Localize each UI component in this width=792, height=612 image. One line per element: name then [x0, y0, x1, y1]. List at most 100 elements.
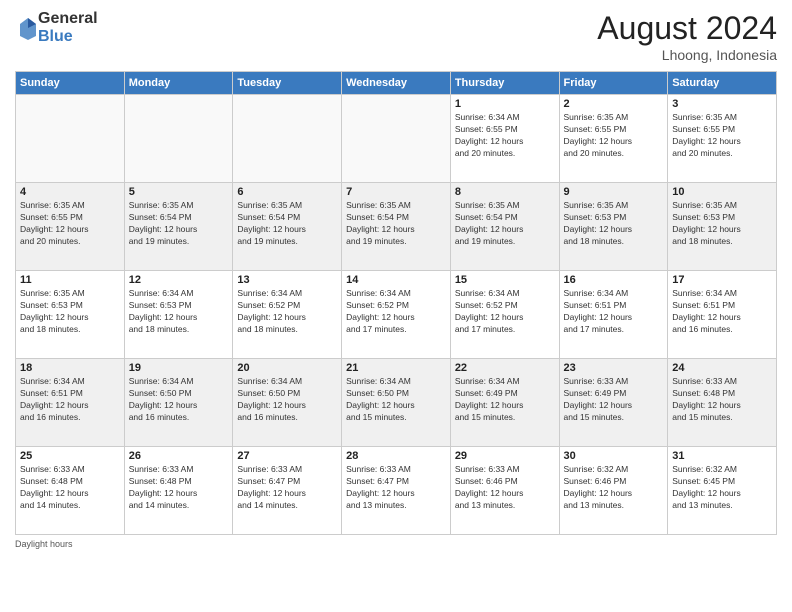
- table-row: 19Sunrise: 6:34 AMSunset: 6:50 PMDayligh…: [124, 359, 233, 447]
- calendar-week-row: 11Sunrise: 6:35 AMSunset: 6:53 PMDayligh…: [16, 271, 777, 359]
- day-info: Sunrise: 6:33 AMSunset: 6:48 PMDaylight:…: [20, 464, 120, 512]
- day-info: Sunrise: 6:34 AMSunset: 6:55 PMDaylight:…: [455, 112, 555, 160]
- day-number: 14: [346, 274, 446, 286]
- day-info: Sunrise: 6:35 AMSunset: 6:55 PMDaylight:…: [20, 200, 120, 248]
- header: General Blue August 2024 Lhoong, Indones…: [15, 10, 777, 63]
- col-friday: Friday: [559, 72, 668, 95]
- table-row: 17 Sunrise: 6:34 AMSunset: 6:51 PMDayligh…: [668, 271, 777, 359]
- day-info: Sunrise: 6:35 AMSunset: 6:54 PMDaylight:…: [237, 200, 337, 248]
- table-row: 12Sunrise: 6:34 AMSunset: 6:53 PMDayligh…: [124, 271, 233, 359]
- table-row: [233, 95, 342, 183]
- table-row: 28 Sunrise: 6:33 AMSunset: 6:47 PMDayligh…: [342, 447, 451, 535]
- calendar-header-row: Sunday Monday Tuesday Wednesday Thursday…: [16, 72, 777, 95]
- table-row: [16, 95, 125, 183]
- col-monday: Monday: [124, 72, 233, 95]
- table-row: 31 Sunrise: 6:32 AMSunset: 6:45 PMDayligh…: [668, 447, 777, 535]
- day-number: 26: [129, 450, 229, 462]
- day-info: Sunrise: 6:35 AMSunset: 6:53 PMDaylight:…: [564, 200, 664, 248]
- table-row: 25Sunrise: 6:33 AMSunset: 6:48 PMDayligh…: [16, 447, 125, 535]
- table-row: 8Sunrise: 6:35 AMSunset: 6:54 PMDaylight…: [450, 183, 559, 271]
- day-info: Sunrise: 6:35 AMSunset: 6:54 PMDaylight:…: [129, 200, 229, 248]
- day-number: 19: [129, 362, 229, 374]
- table-row: 3Sunrise: 6:35 AMSunset: 6:55 PMDaylight…: [668, 95, 777, 183]
- day-number: 24: [672, 362, 772, 374]
- table-row: 9 Sunrise: 6:35 AMSunset: 6:53 PMDaylight…: [559, 183, 668, 271]
- day-info: Sunrise: 6:34 AMSunset: 6:51 PMDaylight:…: [20, 376, 120, 424]
- table-row: 5 Sunrise: 6:35 AMSunset: 6:54 PMDaylight…: [124, 183, 233, 271]
- table-row: 6 Sunrise: 6:35 AMSunset: 6:54 PMDaylight…: [233, 183, 342, 271]
- day-number: 23: [564, 362, 664, 374]
- col-tuesday: Tuesday: [233, 72, 342, 95]
- day-number: 13: [237, 274, 337, 286]
- day-info: Sunrise: 6:35 AMSunset: 6:53 PMDaylight:…: [672, 200, 772, 248]
- logo-text: General Blue: [38, 10, 98, 45]
- table-row: 11Sunrise: 6:35 AMSunset: 6:53 PMDayligh…: [16, 271, 125, 359]
- day-info: Sunrise: 6:33 AMSunset: 6:49 PMDaylight:…: [564, 376, 664, 424]
- day-info: Sunrise: 6:32 AMSunset: 6:45 PMDaylight:…: [672, 464, 772, 512]
- day-info: Sunrise: 6:32 AMSunset: 6:46 PMDaylight:…: [564, 464, 664, 512]
- day-info: Sunrise: 6:34 AMSunset: 6:53 PMDaylight:…: [129, 288, 229, 336]
- table-row: 14Sunrise: 6:34 AMSunset: 6:52 PMDayligh…: [342, 271, 451, 359]
- day-info: Sunrise: 6:34 AMSunset: 6:50 PMDaylight:…: [237, 376, 337, 424]
- col-wednesday: Wednesday: [342, 72, 451, 95]
- footer: Daylight hours: [15, 539, 777, 549]
- table-row: 24Sunrise: 6:33 AMSunset: 6:48 PMDayligh…: [668, 359, 777, 447]
- logo-blue: Blue: [38, 28, 98, 46]
- day-info: Sunrise: 6:33 AMSunset: 6:46 PMDaylight:…: [455, 464, 555, 512]
- logo: General Blue: [15, 10, 98, 45]
- table-row: [342, 95, 451, 183]
- day-info: Sunrise: 6:35 AMSunset: 6:54 PMDaylight:…: [346, 200, 446, 248]
- table-row: 23 Sunrise: 6:33 AMSunset: 6:49 PMDayligh…: [559, 359, 668, 447]
- table-row: 22Sunrise: 6:34 AMSunset: 6:49 PMDayligh…: [450, 359, 559, 447]
- calendar-week-row: 4Sunrise: 6:35 AMSunset: 6:55 PMDaylight…: [16, 183, 777, 271]
- day-number: 8: [455, 186, 555, 198]
- table-row: 10 Sunrise: 6:35 AMSunset: 6:53 PMDayligh…: [668, 183, 777, 271]
- day-number: 6: [237, 186, 337, 198]
- col-thursday: Thursday: [450, 72, 559, 95]
- day-number: 28: [346, 450, 446, 462]
- day-number: 21: [346, 362, 446, 374]
- day-info: Sunrise: 6:34 AMSunset: 6:49 PMDaylight:…: [455, 376, 555, 424]
- col-sunday: Sunday: [16, 72, 125, 95]
- day-number: 1: [455, 98, 555, 110]
- table-row: 18 Sunrise: 6:34 AMSunset: 6:51 PMDayligh…: [16, 359, 125, 447]
- table-row: 15Sunrise: 6:34 AMSunset: 6:52 PMDayligh…: [450, 271, 559, 359]
- table-row: 2 Sunrise: 6:35 AMSunset: 6:55 PMDaylight…: [559, 95, 668, 183]
- day-number: 9: [564, 186, 664, 198]
- day-info: Sunrise: 6:35 AMSunset: 6:55 PMDaylight:…: [672, 112, 772, 160]
- day-number: 31: [672, 450, 772, 462]
- table-row: 13 Sunrise: 6:34 AMSunset: 6:52 PMDayligh…: [233, 271, 342, 359]
- calendar-table: Sunday Monday Tuesday Wednesday Thursday…: [15, 71, 777, 535]
- table-row: 29 Sunrise: 6:33 AMSunset: 6:46 PMDayligh…: [450, 447, 559, 535]
- calendar-week-row: 25Sunrise: 6:33 AMSunset: 6:48 PMDayligh…: [16, 447, 777, 535]
- day-number: 11: [20, 274, 120, 286]
- day-info: Sunrise: 6:35 AMSunset: 6:55 PMDaylight:…: [564, 112, 664, 160]
- location: Lhoong, Indonesia: [597, 47, 777, 63]
- calendar-week-row: 1 Sunrise: 6:34 AMSunset: 6:55 PMDaylight…: [16, 95, 777, 183]
- day-info: Sunrise: 6:34 AMSunset: 6:50 PMDaylight:…: [346, 376, 446, 424]
- day-info: Sunrise: 6:33 AMSunset: 6:48 PMDaylight:…: [129, 464, 229, 512]
- day-number: 15: [455, 274, 555, 286]
- table-row: 30Sunrise: 6:32 AMSunset: 6:46 PMDayligh…: [559, 447, 668, 535]
- day-info: Sunrise: 6:33 AMSunset: 6:47 PMDaylight:…: [237, 464, 337, 512]
- day-number: 20: [237, 362, 337, 374]
- day-number: 2: [564, 98, 664, 110]
- table-row: 20 Sunrise: 6:34 AMSunset: 6:50 PMDayligh…: [233, 359, 342, 447]
- day-number: 17: [672, 274, 772, 286]
- table-row: 1 Sunrise: 6:34 AMSunset: 6:55 PMDaylight…: [450, 95, 559, 183]
- logo-general: General: [38, 10, 98, 28]
- calendar-week-row: 18 Sunrise: 6:34 AMSunset: 6:51 PMDayligh…: [16, 359, 777, 447]
- day-number: 29: [455, 450, 555, 462]
- col-saturday: Saturday: [668, 72, 777, 95]
- calendar-container: General Blue August 2024 Lhoong, Indones…: [0, 0, 792, 612]
- title-block: August 2024 Lhoong, Indonesia: [597, 10, 777, 63]
- table-row: 7Sunrise: 6:35 AMSunset: 6:54 PMDaylight…: [342, 183, 451, 271]
- day-number: 5: [129, 186, 229, 198]
- day-number: 18: [20, 362, 120, 374]
- day-number: 10: [672, 186, 772, 198]
- table-row: 4Sunrise: 6:35 AMSunset: 6:55 PMDaylight…: [16, 183, 125, 271]
- day-info: Sunrise: 6:34 AMSunset: 6:51 PMDaylight:…: [672, 288, 772, 336]
- day-info: Sunrise: 6:33 AMSunset: 6:47 PMDaylight:…: [346, 464, 446, 512]
- table-row: 21 Sunrise: 6:34 AMSunset: 6:50 PMDayligh…: [342, 359, 451, 447]
- day-info: Sunrise: 6:34 AMSunset: 6:52 PMDaylight:…: [237, 288, 337, 336]
